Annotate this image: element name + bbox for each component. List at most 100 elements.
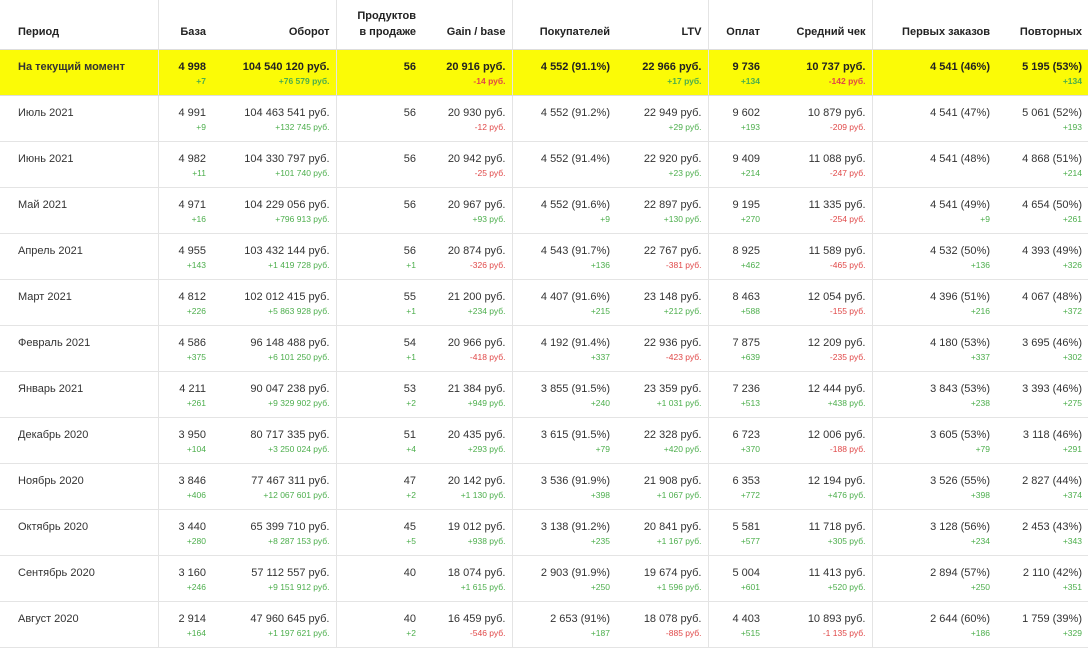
ltv-delta: -885 руб. [665,628,702,638]
repeat-value: 1 759 (39%) [1022,613,1082,625]
turnover-cell: 96 148 488 руб. +6 101 250 руб. [212,325,336,372]
avg-check-value: 10 893 руб. [807,613,866,625]
avg-check-value: 12 194 руб. [807,475,866,487]
header-products[interactable]: Продуктов в продаже [335,0,422,50]
gain-value: 20 942 руб. [447,153,506,165]
ltv-value: 18 078 руб. [643,613,702,625]
buyers-value: 3 536 (91.9%) [540,475,610,487]
base-delta: +375 [186,352,206,362]
first-orders-cell: 4 396 (51%) +216 [871,279,996,326]
repeat-cell: 1 759 (39%) +329 [996,601,1088,648]
period-cell: Июнь 2021 [0,141,158,188]
buyers-delta: +337 [590,352,610,362]
base-value: 3 846 [178,475,206,487]
period-cell: Январь 2021 [0,371,158,418]
first-orders-value: 4 541 (47%) [930,107,990,119]
header-buyers[interactable]: Покупателей [511,0,616,50]
ltv-cell: 22 949 руб. +29 руб. [616,95,708,142]
turnover-value: 90 047 238 руб. [250,383,330,395]
base-delta: +164 [186,628,206,638]
products-delta: +1 [406,352,416,362]
turnover-delta: +1 197 621 руб. [268,628,330,638]
payments-value: 5 004 [732,567,760,579]
ltv-value: 20 841 руб. [643,521,702,533]
turnover-value: 65 399 710 руб. [250,521,330,533]
base-value: 3 440 [178,521,206,533]
products-cell: 56 [335,95,422,142]
header-first-orders[interactable]: Первых заказов [871,0,996,50]
header-base[interactable]: База [157,0,212,50]
base-delta: +16 [191,214,206,224]
buyers-value: 4 552 (91.4%) [540,153,610,165]
ltv-value: 22 897 руб. [643,199,702,211]
turnover-cell: 77 467 311 руб. +12 067 601 руб. [212,463,336,510]
table-row: Март 2021 4 812 +226 102 012 415 руб. +5 8… [0,279,1088,326]
first-orders-value: 4 541 (48%) [930,153,990,165]
payments-cell: 9 736 +134 [707,49,766,96]
avg-check-cell: 10 879 руб. -209 руб. [766,95,872,142]
header-repeat[interactable]: Повторных [996,0,1088,50]
payments-cell: 6 353 +772 [707,463,766,510]
repeat-delta: +275 [1062,398,1082,408]
avg-check-delta: -247 руб. [829,168,866,178]
header-period[interactable]: Период [0,0,158,50]
gain-delta: -14 руб. [473,76,506,86]
gain-cell: 20 874 руб. -326 руб. [422,233,512,280]
period-cell: Май 2021 [0,187,158,234]
payments-delta: +601 [740,582,760,592]
header-ltv[interactable]: LTV [616,0,708,50]
gain-cell: 21 200 руб. +234 руб. [422,279,512,326]
header-gain[interactable]: Gain / base [422,0,512,50]
header-turnover[interactable]: Оборот [212,0,336,50]
first-orders-cell: 4 541 (46%) [871,49,996,96]
payments-value: 9 409 [732,153,760,165]
ltv-value: 23 148 руб. [643,291,702,303]
period-cell: Февраль 2021 [0,325,158,372]
turnover-value: 104 463 541 руб. [244,107,330,119]
base-cell: 4 211 +261 [157,371,212,418]
header-row: Период База Оборот Продуктов в продаже Ga… [0,0,1088,50]
ltv-delta: +420 руб. [663,444,702,454]
base-value: 4 812 [178,291,206,303]
buyers-delta: +136 [590,260,610,270]
gain-cell: 16 459 руб. -546 руб. [422,601,512,648]
buyers-value: 3 615 (91.5%) [540,429,610,441]
ltv-cell: 18 078 руб. -885 руб. [616,601,708,648]
gain-delta: +1 130 руб. [460,490,506,500]
ltv-delta: +23 руб. [668,168,702,178]
avg-check-delta: +305 руб. [827,536,866,546]
repeat-cell: 2 453 (43%) +343 [996,509,1088,556]
gain-delta: -12 руб. [474,122,506,132]
gain-cell: 19 012 руб. +938 руб. [422,509,512,556]
base-cell: 3 846 +406 [157,463,212,510]
gain-cell: 18 074 руб. +1 615 руб. [422,555,512,602]
avg-check-value: 11 088 руб. [808,153,866,165]
ltv-value: 22 966 руб. [642,61,702,73]
ltv-cell: 22 328 руб. +420 руб. [616,417,708,464]
gain-value: 20 916 руб. [446,61,506,73]
base-cell: 4 971 +16 [157,187,212,234]
first-orders-cell: 3 526 (55%) +398 [871,463,996,510]
buyers-cell: 4 552 (91.4%) [511,141,616,188]
header-avg-check[interactable]: Средний чек [766,0,872,50]
avg-check-cell: 12 054 руб. -155 руб. [766,279,872,326]
first-orders-delta: +79 [975,444,990,454]
base-value: 4 586 [178,337,206,349]
products-delta: +1 [406,260,416,270]
gain-value: 19 012 руб. [447,521,506,533]
ltv-cell: 22 966 руб. +17 руб. [616,49,708,96]
buyers-delta: +398 [590,490,610,500]
first-orders-value: 3 526 (55%) [930,475,990,487]
payments-value: 9 195 [732,199,760,211]
buyers-delta: +9 [600,214,610,224]
products-cell: 55 +1 [335,279,422,326]
period-cell: Сентябрь 2020 [0,555,158,602]
turnover-delta: +132 745 руб. [275,122,330,132]
ltv-cell: 22 920 руб. +23 руб. [616,141,708,188]
header-payments[interactable]: Оплат [707,0,766,50]
buyers-delta: +187 [590,628,610,638]
payments-value: 5 581 [732,521,760,533]
period-cell: Октябрь 2020 [0,509,158,556]
buyers-value: 3 855 (91.5%) [540,383,610,395]
buyers-value: 4 192 (91.4%) [540,337,610,349]
